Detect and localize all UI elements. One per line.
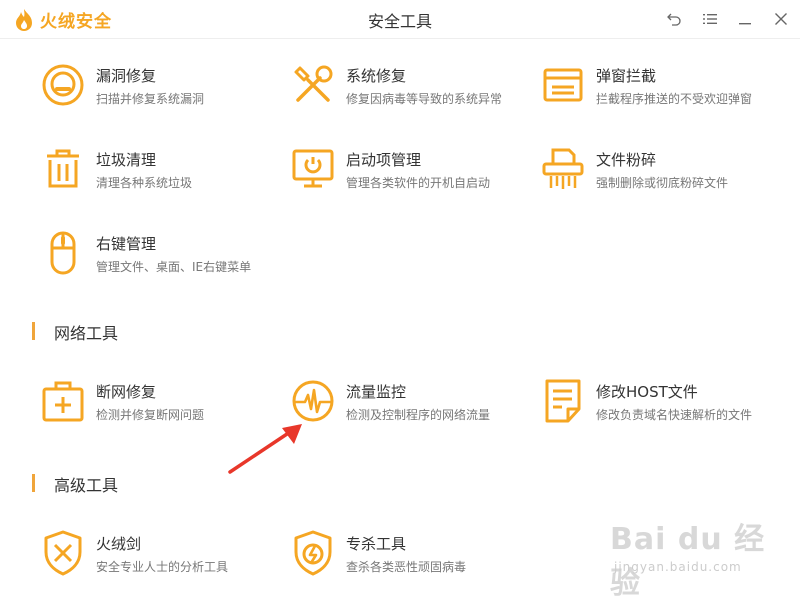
baidu-watermark: Bai du 经验 jingyan.baidu.com [610, 508, 790, 601]
watermark-main: Bai du 经验 [610, 522, 766, 601]
watermark-sub: jingyan.baidu.com [614, 560, 742, 574]
